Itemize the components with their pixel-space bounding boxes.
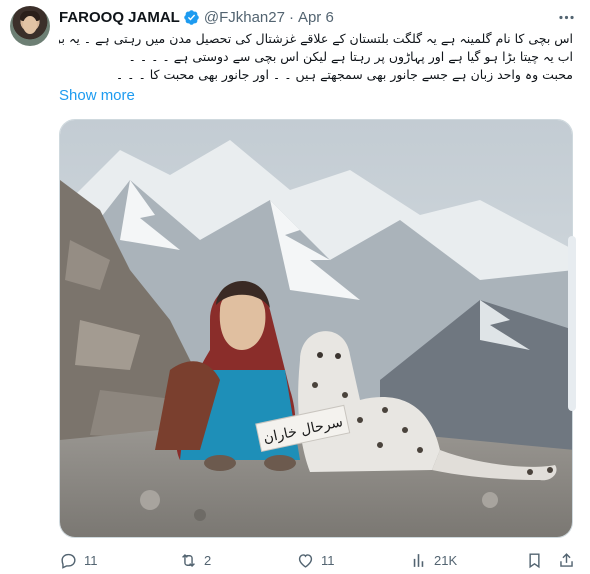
like-count: 11 [321,552,335,568]
tweet-line: محبت وہ واحد زبان ہے جسے جانور بھی سمجھت… [115,67,573,82]
avatar-face [23,16,37,34]
author-name[interactable]: FAROOQ JAMAL [59,9,180,26]
views-count: 21K [434,552,458,568]
reply-icon [61,553,76,569]
repost-icon [182,553,195,567]
bookmark-button[interactable] [525,551,550,570]
tweet-line: اب یہ چیتا بڑا ہو گیا ہے اور پہاڑوں پر ر… [128,49,573,64]
reply-button[interactable]: 11 [59,551,98,570]
action-bar: 11 2 11 21K [59,549,581,571]
show-more-link[interactable]: Show more [59,87,135,104]
author-handle[interactable]: @FJkhan27 [204,9,285,26]
more-icon [558,15,574,19]
reply-count: 11 [84,552,98,568]
views-button[interactable]: 21K [409,551,457,570]
scrollbar[interactable] [568,236,576,411]
share-button[interactable] [557,551,582,570]
repost-count: 2 [204,552,212,568]
tweet-date[interactable]: Apr 6 [298,9,334,26]
bookmark-icon [529,552,540,568]
like-button[interactable]: 11 [296,551,335,570]
tweet-image[interactable]: سرحال خاران [59,119,573,538]
like-icon [298,553,313,568]
separator-dot: · [288,8,294,26]
more-button[interactable] [554,5,578,29]
share-icon [560,552,573,567]
photo-illustration: سرحال خاران [60,120,572,537]
verified-badge-icon [184,9,199,25]
repost-button[interactable]: 2 [179,551,211,570]
tweet-header: FAROOQ JAMAL @FJkhan27 · Apr 6 [59,7,580,27]
tweet-text: اس بچی کا نام گلمینہ ہے یہ گلگت بلتستان … [59,30,573,84]
tweet-line: اس بچی کا نام گلمینہ ہے یہ گلگت بلتستان … [59,31,573,46]
views-icon [413,553,424,567]
avatar[interactable] [10,6,50,46]
